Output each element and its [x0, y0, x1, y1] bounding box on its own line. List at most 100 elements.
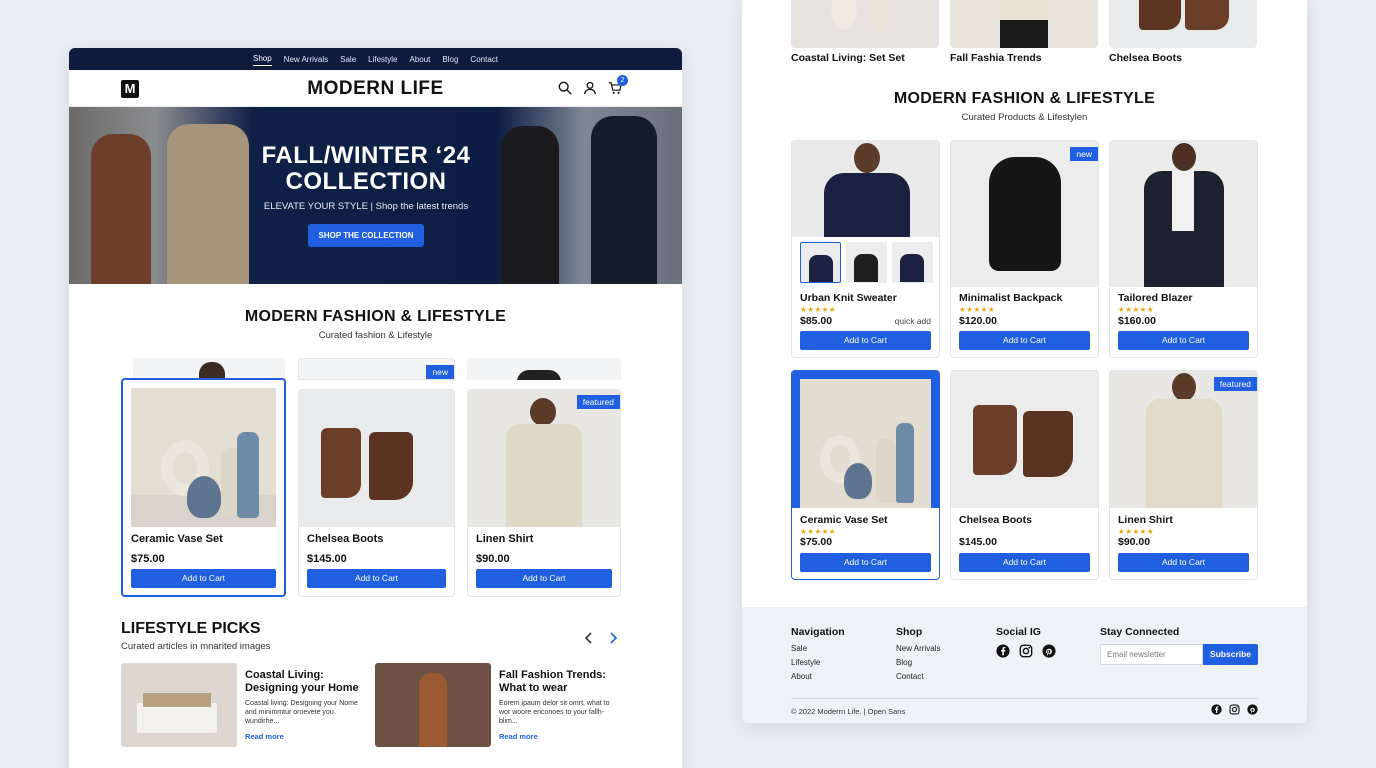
nav-lifestyle[interactable]: Lifestyle: [368, 53, 397, 66]
tile-image[interactable]: [1109, 0, 1257, 48]
site-footer: Navigation Sale Lifestyle About Shop New…: [742, 607, 1307, 723]
product-price: $90.00: [476, 553, 510, 565]
nav-about[interactable]: About: [410, 53, 431, 66]
product-image: [299, 390, 454, 527]
footer-link-contact[interactable]: Contact: [896, 672, 940, 681]
facebook-icon[interactable]: [1211, 704, 1222, 715]
homepage-mockup: Shop New Arrivals Sale Lifestyle About B…: [69, 48, 682, 768]
article-title[interactable]: Fall Fashion Trends: What to wear: [499, 669, 619, 695]
top-navigation: Shop New Arrivals Sale Lifestyle About B…: [69, 48, 682, 70]
read-more-link[interactable]: Read more: [245, 732, 284, 741]
new-tag: new: [426, 365, 454, 379]
footer-link-new-arrivals[interactable]: New Arrivals: [896, 644, 940, 653]
shop-collection-button[interactable]: SHOP THE COLLECTION: [307, 224, 425, 247]
account-icon[interactable]: [583, 81, 597, 95]
add-to-cart-button[interactable]: Add to Cart: [307, 569, 446, 588]
section-title: MODERN FASHION & LIFESTYLE: [893, 90, 1156, 107]
color-variant-thumbnails: [800, 242, 933, 283]
product-name[interactable]: Ceramic Vase Set: [800, 514, 888, 526]
tile-label[interactable]: Fall Fashia Trends: [950, 52, 1042, 64]
product-card[interactable]: Ceramic Vase Set ★★★★★ $75.00 Add to Car…: [791, 370, 940, 580]
add-to-cart-button[interactable]: Add to Cart: [1118, 331, 1249, 350]
product-name[interactable]: Linen Shirt: [1118, 514, 1173, 526]
hero-model-figure: [591, 116, 657, 284]
product-card[interactable]: featured Linen Shirt $90.00 Add to Cart: [467, 389, 621, 597]
hero-model-figure: [167, 124, 249, 284]
add-to-cart-button[interactable]: Add to Cart: [959, 553, 1090, 572]
read-more-link[interactable]: Read more: [499, 732, 538, 741]
product-card[interactable]: Urban Knit Sweater ★★★★★ $85.00 quick ad…: [791, 140, 940, 358]
hero-model-figure: [91, 134, 151, 284]
add-to-cart-button[interactable]: Add to Cart: [1118, 553, 1249, 572]
instagram-icon[interactable]: [1019, 644, 1033, 658]
nav-contact[interactable]: Contact: [470, 53, 498, 66]
pinterest-icon[interactable]: [1042, 644, 1056, 658]
product-name[interactable]: Ceramic Vase Set: [131, 533, 223, 545]
product-name[interactable]: Linen Shirt: [476, 533, 533, 545]
product-card[interactable]: Tailored Blazer ★★★★★ $160.00 Add to Car…: [1109, 140, 1258, 358]
product-card[interactable]: Chelsea Boots $145.00 Add to Cart: [950, 370, 1099, 580]
variant-thumbnail[interactable]: [892, 242, 933, 283]
product-card[interactable]: Ceramic Vase Set $75.00 Add to Cart: [121, 378, 286, 597]
tile-label[interactable]: Chelsea Boots: [1109, 52, 1182, 64]
footer-link-sale[interactable]: Sale: [791, 644, 845, 653]
product-price: $120.00: [959, 315, 997, 327]
featured-tag: featured: [1213, 377, 1257, 391]
product-price: $90.00: [1118, 536, 1151, 548]
product-name[interactable]: Chelsea Boots: [307, 533, 383, 545]
product-image: [951, 141, 1098, 287]
section-title: MODERN FASHION & LIFESTYLE: [244, 308, 507, 325]
add-to-cart-button[interactable]: Add to Cart: [800, 553, 931, 572]
product-name[interactable]: Minimalist Backpack: [959, 292, 1062, 304]
footer-link-blog[interactable]: Blog: [896, 658, 940, 667]
article-image[interactable]: [121, 663, 237, 747]
add-to-cart-button[interactable]: Add to Cart: [800, 331, 931, 350]
footer-link-about[interactable]: About: [791, 672, 845, 681]
footer-navigation: Navigation Sale Lifestyle About: [791, 626, 845, 686]
search-icon[interactable]: [558, 81, 572, 95]
tile-image[interactable]: [791, 0, 939, 48]
product-name[interactable]: Urban Knit Sweater: [800, 292, 897, 304]
article-image[interactable]: [375, 663, 491, 747]
pinterest-icon[interactable]: [1247, 704, 1258, 715]
article-title[interactable]: Coastal Living: Designing your Home: [245, 669, 365, 695]
variant-thumbnail[interactable]: [846, 242, 887, 283]
nav-new-arrivals[interactable]: New Arrivals: [284, 53, 328, 66]
add-to-cart-button[interactable]: Add to Cart: [959, 331, 1090, 350]
tile-image[interactable]: [950, 0, 1098, 48]
product-card[interactable]: new Minimalist Backpack ★★★★★ $120.00 Ad…: [950, 140, 1099, 358]
product-name[interactable]: Tailored Blazer: [1118, 292, 1193, 304]
product-card[interactable]: featured Linen Shirt ★★★★★ $90.00 Add to…: [1109, 370, 1258, 580]
section-subtitle: Curated fashion & Lifestyle: [318, 330, 433, 341]
tile-label[interactable]: Coastal Living: Set Set: [791, 52, 905, 64]
product-card[interactable]: Chelsea Boots $145.00 Add to Cart: [298, 389, 455, 597]
chevron-right-icon[interactable]: [608, 632, 618, 644]
nav-blog[interactable]: Blog: [442, 53, 458, 66]
cart-icon[interactable]: 2: [608, 75, 628, 95]
product-price: $85.00: [800, 315, 833, 327]
nav-sale[interactable]: Sale: [340, 53, 356, 66]
lifestyle-title: LIFESTYLE PICKS: [121, 620, 261, 637]
hero-subtitle: ELEVATE YOUR STYLE | Shop the latest tre…: [263, 201, 469, 212]
instagram-icon[interactable]: [1229, 704, 1240, 715]
add-to-cart-button[interactable]: Add to Cart: [131, 569, 276, 588]
featured-tag: featured: [576, 395, 620, 409]
product-image: [131, 388, 276, 527]
rating-stars: ★★★★★: [800, 305, 837, 314]
product-name[interactable]: Chelsea Boots: [959, 514, 1032, 526]
footer-shop: Shop New Arrivals Blog Contact: [896, 626, 940, 686]
add-to-cart-button[interactable]: Add to Cart: [476, 569, 612, 588]
facebook-icon[interactable]: [996, 644, 1010, 658]
quick-add-link[interactable]: quick add: [895, 316, 931, 326]
subscribe-button[interactable]: Subscribe: [1203, 644, 1258, 665]
footer-link-lifestyle[interactable]: Lifestyle: [791, 658, 845, 667]
variant-thumbnail[interactable]: [800, 242, 841, 283]
newsletter-email-input[interactable]: [1100, 644, 1203, 665]
nav-shop[interactable]: Shop: [252, 52, 272, 66]
product-price: $75.00: [800, 536, 833, 548]
carousel-controls: [584, 632, 618, 644]
chevron-left-icon[interactable]: [584, 632, 594, 644]
rating-stars: ★★★★★: [1118, 305, 1155, 314]
footer-heading: Shop: [896, 626, 923, 638]
product-image: [1110, 371, 1257, 508]
